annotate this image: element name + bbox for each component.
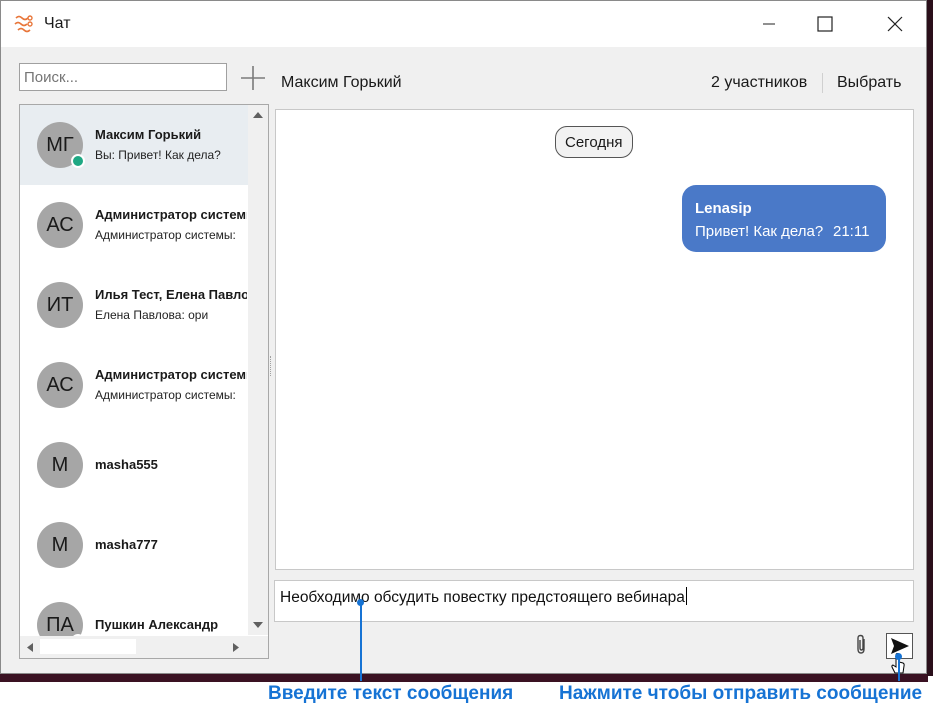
scroll-right-icon[interactable] bbox=[232, 642, 240, 653]
scroll-left-icon[interactable] bbox=[26, 642, 34, 653]
chat-list-item[interactable]: ИТ Илья Тест, Елена Павлова Елена Павлов… bbox=[20, 265, 248, 345]
message-text: Привет! Как дела? bbox=[695, 223, 824, 240]
send-hint-label: Нажмите чтобы отправить сообщение bbox=[559, 683, 923, 704]
header-divider bbox=[822, 73, 823, 93]
chat-preview: Администратор системы: bbox=[95, 228, 236, 242]
chat-name: Администратор системы bbox=[95, 367, 247, 382]
chat-preview: Вы: Привет! Как дела? bbox=[95, 148, 221, 162]
chat-list-item[interactable]: АС Администратор системы Администратор с… bbox=[20, 185, 248, 265]
chat-window: Чат Максим Горький 2 участников Выбрать … bbox=[0, 0, 927, 674]
avatar: ИТ bbox=[37, 282, 83, 328]
input-hint-line bbox=[360, 603, 362, 681]
chat-name: Максим Горький bbox=[95, 127, 202, 142]
chat-header-name: Максим Горький bbox=[281, 74, 402, 91]
chat-list-item[interactable]: М masha777 bbox=[20, 505, 248, 585]
avatar: АС bbox=[37, 202, 83, 248]
chat-preview: Администратор системы: bbox=[95, 388, 236, 402]
chat-list-item[interactable]: МГ Максим Горький Вы: Привет! Как дела? bbox=[20, 105, 248, 185]
text-caret bbox=[685, 587, 687, 605]
message-author: Lenasip bbox=[695, 200, 752, 217]
chat-name: Администратор системы bbox=[95, 207, 247, 222]
splitter-handle[interactable] bbox=[270, 356, 273, 376]
date-separator: Сегодня bbox=[555, 126, 633, 158]
scrollbar-corner bbox=[248, 636, 268, 658]
message-bubble[interactable]: Lenasip Привет! Как дела? 21:11 bbox=[682, 185, 886, 252]
avatar: М bbox=[37, 442, 83, 488]
chat-list: МГ Максим Горький Вы: Привет! Как дела? … bbox=[19, 104, 269, 659]
message-input-value: Необходимо обсудить повестку предстоящег… bbox=[280, 589, 685, 606]
chat-name: masha555 bbox=[95, 457, 158, 472]
participants-count[interactable]: 2 участников bbox=[711, 74, 807, 92]
avatar: АС bbox=[37, 362, 83, 408]
avatar: М bbox=[37, 522, 83, 568]
chat-name: masha777 bbox=[95, 537, 158, 552]
maximize-button[interactable] bbox=[795, 1, 855, 47]
close-icon bbox=[887, 16, 903, 32]
close-button[interactable] bbox=[865, 1, 925, 47]
minimize-icon bbox=[763, 23, 775, 25]
chat-list-item[interactable]: М masha555 bbox=[20, 425, 248, 505]
desktop-edge bbox=[927, 0, 933, 676]
title-bar: Чат bbox=[1, 1, 926, 47]
horizontal-scrollbar[interactable] bbox=[20, 636, 248, 658]
select-button[interactable]: Выбрать bbox=[837, 74, 901, 92]
horizontal-scroll-thumb[interactable] bbox=[40, 639, 136, 654]
chat-preview: Елена Павлова: ори bbox=[95, 308, 209, 322]
online-status-icon bbox=[71, 154, 85, 168]
paperclip-icon[interactable] bbox=[853, 634, 871, 656]
send-hint-line bbox=[898, 657, 900, 681]
chat-app-icon bbox=[14, 15, 33, 33]
maximize-icon bbox=[817, 16, 833, 32]
vertical-scrollbar[interactable] bbox=[248, 105, 268, 635]
chat-name: Пушкин Александр bbox=[95, 617, 219, 632]
minimize-button[interactable] bbox=[739, 1, 799, 47]
message-time: 21:11 bbox=[833, 223, 870, 240]
search-input[interactable] bbox=[19, 63, 227, 91]
window-title: Чат bbox=[44, 15, 71, 32]
message-area: Сегодня Lenasip Привет! Как дела? 21:11 bbox=[275, 109, 914, 570]
message-input-text: Необходимо обсудить повестку предстоящег… bbox=[280, 587, 687, 607]
desktop-strip bbox=[0, 674, 928, 682]
message-input[interactable]: Необходимо обсудить повестку предстоящег… bbox=[274, 580, 914, 622]
chat-name: Илья Тест, Елена Павлова bbox=[95, 287, 247, 302]
scroll-down-icon[interactable] bbox=[252, 621, 264, 629]
input-hint-label: Введите текст сообщения bbox=[268, 683, 514, 704]
plus-icon[interactable] bbox=[239, 64, 267, 92]
scroll-up-icon[interactable] bbox=[252, 111, 264, 119]
chat-list-item[interactable]: АС Администратор системы Администратор с… bbox=[20, 345, 248, 425]
